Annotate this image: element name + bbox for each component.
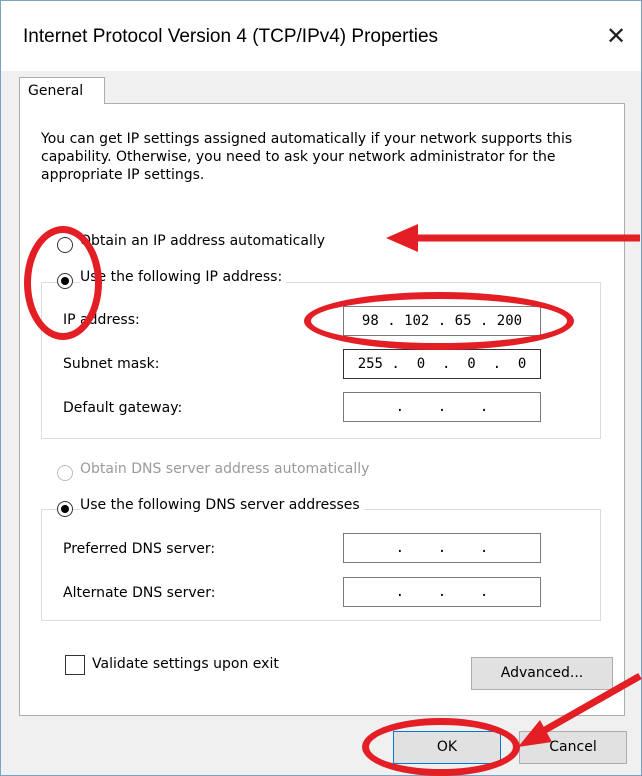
ip-address-label: IP address: <box>63 312 140 328</box>
default-gateway-label: Default gateway: <box>63 400 183 416</box>
subnet-mask-label: Subnet mask: <box>63 356 160 372</box>
validate-settings-label[interactable]: Validate settings upon exit <box>92 656 279 672</box>
alternate-dns-input[interactable]: . . . <box>343 577 541 607</box>
dialog-title: Internet Protocol Version 4 (TCP/IPv4) P… <box>23 26 439 47</box>
default-gateway-input[interactable]: . . . <box>343 392 541 422</box>
obtain-dns-auto-label[interactable]: Obtain DNS server address automatically <box>80 461 369 477</box>
preferred-dns-label: Preferred DNS server: <box>63 541 216 557</box>
alternate-dns-label: Alternate DNS server: <box>63 585 216 601</box>
subnet-mask-input[interactable]: 255 . 0 . 0 . 0 <box>343 349 541 379</box>
obtain-ip-auto-label[interactable]: Obtain an IP address automatically <box>80 233 325 249</box>
cancel-button[interactable]: Cancel <box>519 731 627 764</box>
ip-address-input[interactable]: 98 . 102 . 65 . 200 <box>343 306 541 336</box>
obtain-dns-auto-radio[interactable] <box>57 465 73 481</box>
obtain-ip-auto-radio[interactable] <box>57 237 73 253</box>
use-following-ip-radio[interactable] <box>57 273 73 289</box>
title-bar[interactable]: Internet Protocol Version 4 (TCP/IPv4) P… <box>1 1 641 71</box>
properties-dialog: Internet Protocol Version 4 (TCP/IPv4) P… <box>0 0 642 776</box>
close-icon[interactable]: ✕ <box>601 21 631 51</box>
tab-general[interactable]: General <box>19 77 105 104</box>
use-following-dns-radio[interactable] <box>57 501 73 517</box>
advanced-button[interactable]: Advanced... <box>471 657 613 690</box>
preferred-dns-input[interactable]: . . . <box>343 533 541 563</box>
use-following-dns-label[interactable]: Use the following DNS server addresses <box>80 497 364 513</box>
use-following-ip-label[interactable]: Use the following IP address: <box>80 269 287 285</box>
description-text: You can get IP settings assigned automat… <box>41 131 573 183</box>
ok-button[interactable]: OK <box>393 731 501 764</box>
validate-settings-checkbox[interactable] <box>65 655 85 675</box>
